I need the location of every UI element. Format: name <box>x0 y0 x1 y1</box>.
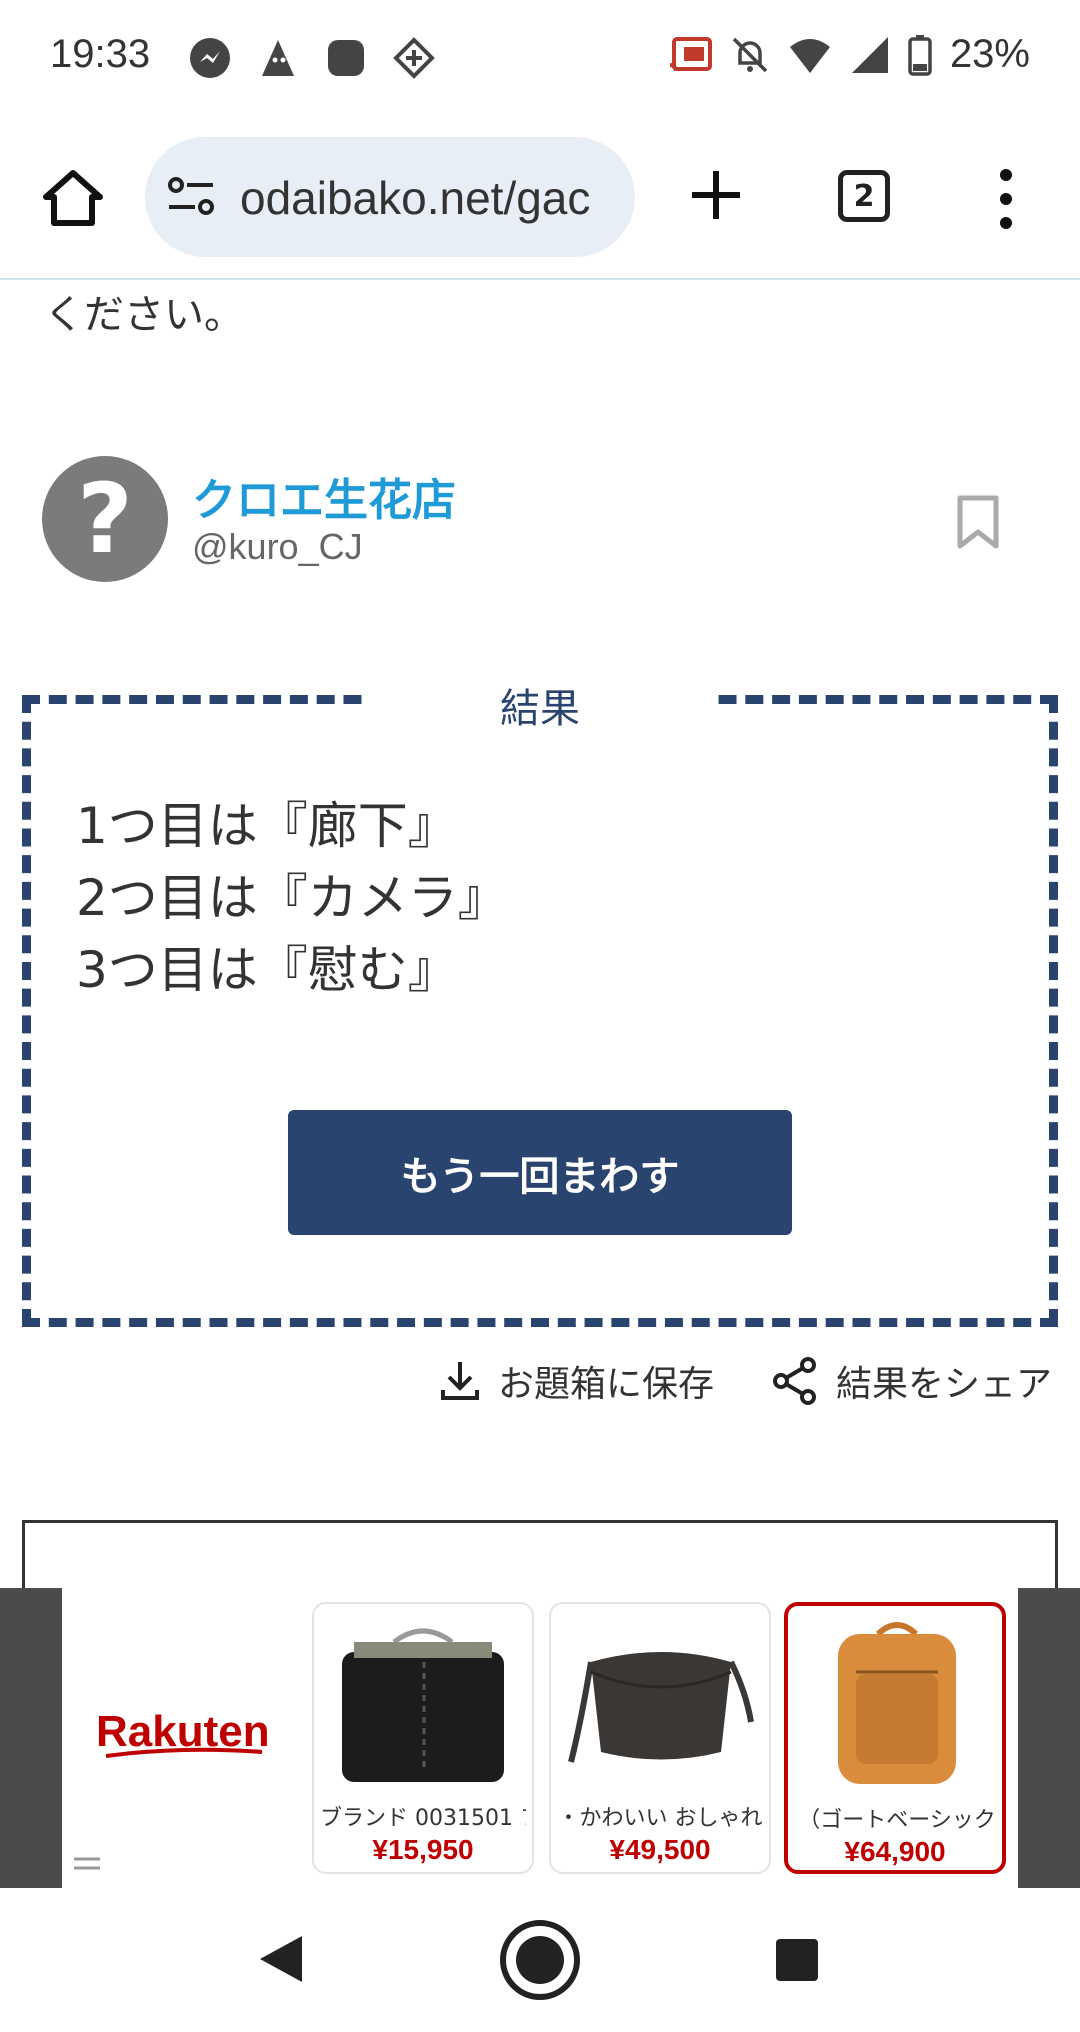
tab-switcher-button[interactable]: 2 <box>838 170 890 222</box>
author-name[interactable]: クロエ生花店 <box>192 464 456 528</box>
result-line-2: 2つ目は『カメラ』 <box>76 869 508 927</box>
home-icon[interactable] <box>40 165 106 231</box>
bookmark-icon[interactable] <box>956 494 1000 550</box>
messenger-icon <box>190 38 230 78</box>
product-price: ¥64,900 <box>844 1836 946 1867</box>
share-label: 結果をシェア <box>836 1364 1053 1405</box>
instructions-line-2: ください。 <box>44 292 244 338</box>
product-card[interactable]: ・かわいい おしゃれ ¥49,500 <box>549 1602 771 1874</box>
cast-icon <box>669 36 712 71</box>
share-icon <box>773 1357 816 1405</box>
author-card: ? クロエ生花店 @kuro_CJ <box>42 456 1042 586</box>
url-text: odaibako.net/gac <box>240 172 591 224</box>
save-button[interactable]: お題箱に保存 <box>440 1355 714 1407</box>
rakuten-logo[interactable]: Rakuten <box>92 1704 272 1774</box>
wallet-image <box>342 1628 504 1782</box>
back-icon[interactable] <box>256 1932 306 1986</box>
browser-toolbar: odaibako.net/gac 2 <box>0 115 1080 280</box>
download-icon <box>441 1362 479 1400</box>
new-tab-icon[interactable] <box>688 167 744 223</box>
recents-icon[interactable] <box>774 1937 820 1983</box>
url-bar[interactable]: odaibako.net/gac <box>145 137 635 257</box>
result-title: 結果 <box>500 686 580 732</box>
status-bar: 19:33 23% <box>0 0 1080 115</box>
instructions-line-1: 単語の入力はせず、「ガチャを回す」をクリックして <box>44 270 980 284</box>
sync-icon <box>393 37 435 79</box>
status-time: 19:33 <box>50 32 151 76</box>
author-handle: @kuro_CJ <box>192 526 363 567</box>
site-settings-icon[interactable] <box>167 175 215 219</box>
instructions-text: 単語の入力はせず、「ガチャを回す」をクリックして ください。 <box>44 270 1044 370</box>
result-list: 1つ目は『廊下』 2つ目は『カメラ』 3つ目は『慰む』 <box>76 790 508 1006</box>
product-card[interactable]: ブランド 0031501 ファスナー ¥15,950 <box>312 1602 534 1874</box>
wifi-icon <box>789 38 830 73</box>
app-icon-square <box>328 40 364 76</box>
result-line-3: 3つ目は『慰む』 <box>76 941 458 999</box>
product-name: ブランド 0031501 ファスナー <box>320 1806 526 1831</box>
more-menu-icon[interactable] <box>996 167 1016 231</box>
product-price: ¥49,500 <box>609 1834 711 1865</box>
battery-icon <box>908 34 932 76</box>
product-name: （ゴートベーシック <box>798 1808 996 1833</box>
app-icon <box>262 40 294 76</box>
product-price: ¥15,950 <box>372 1834 474 1865</box>
save-label: お題箱に保存 <box>498 1364 715 1405</box>
home-nav-icon[interactable] <box>498 1918 582 2002</box>
ad-content[interactable]: Rakuten ブランド 0031501 ファスナー ¥15,950 ・かわいい… <box>62 1588 1018 1888</box>
shoulder-bag-image <box>568 1652 754 1763</box>
ad-banner: Rakuten ブランド 0031501 ファスナー ¥15,950 ・かわいい… <box>0 1588 1080 1888</box>
bell-off-icon <box>732 37 768 72</box>
result-line-1: 1つ目は『廊下』 <box>76 797 458 855</box>
tab-count: 2 <box>853 178 875 214</box>
product-name: ・かわいい おしゃれ <box>557 1806 763 1831</box>
battery-percent: 23% <box>949 32 1030 76</box>
signal-icon <box>851 36 888 73</box>
navigation-bar <box>0 1888 1080 2032</box>
product-card[interactable]: （ゴートベーシック ¥64,900 <box>784 1602 1006 1874</box>
share-button[interactable]: 結果をシェア <box>772 1355 1052 1407</box>
avatar-glyph: ? <box>77 463 133 575</box>
result-actions: お題箱に保存 結果をシェア <box>0 1355 1080 1415</box>
backpack-image <box>838 1622 956 1784</box>
drag-handle-icon[interactable] <box>74 1856 100 1872</box>
spin-again-button[interactable]: もう一回まわす <box>288 1110 792 1235</box>
avatar[interactable]: ? <box>42 456 168 582</box>
